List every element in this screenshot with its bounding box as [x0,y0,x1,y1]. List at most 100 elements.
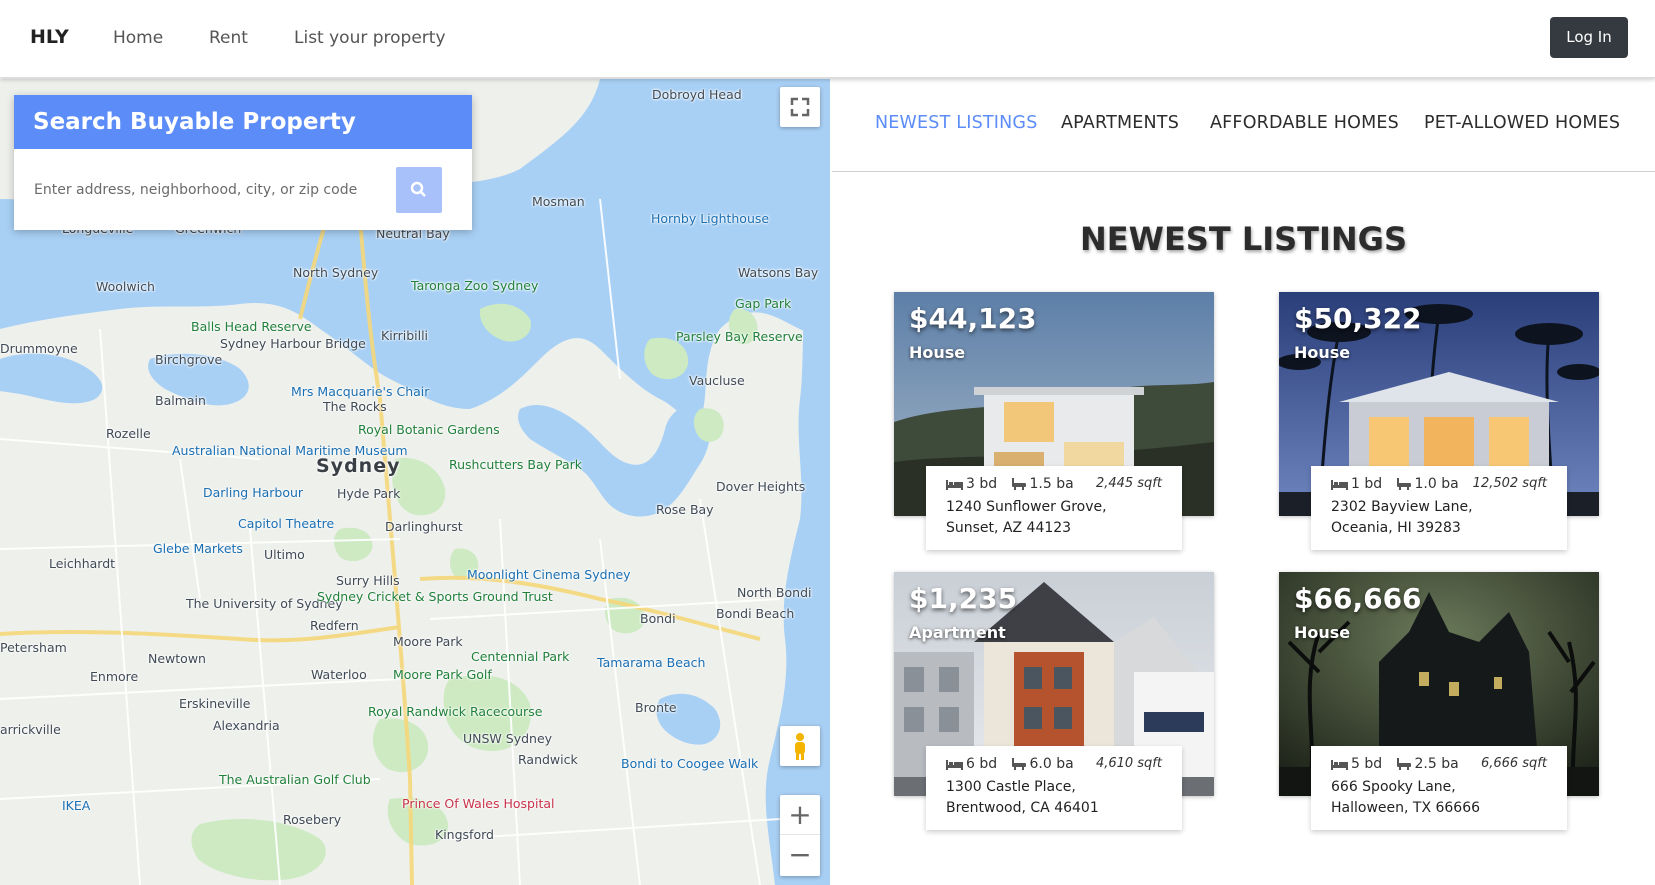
nav-list-property-link[interactable]: List your property [294,28,446,48]
listing-sqft: 6,666 sqft [1480,756,1547,771]
zoom-in-button[interactable]: + [780,795,820,835]
listing-address-line2: Brentwood, CA 46401 [946,800,1099,816]
map-label: Erskineville [179,696,251,711]
listing-address-line1: 2302 Bayview Lane, [1331,499,1473,515]
map-label: IKEA [62,798,91,813]
listing-price: $44,123 [909,302,1037,335]
tab-newest-listings[interactable]: NEWEST LISTINGS [875,113,1038,133]
search-button[interactable] [396,167,442,213]
listing-card[interactable]: $1,235 Apartment 6 bd 6.0 ba 4,610 sqft … [894,572,1214,830]
map-label: Hyde Park [337,486,401,501]
bed-icon [1331,480,1348,490]
map-label: Darlinghurst [385,519,463,534]
map-label: Rushcutters Bay Park [449,457,583,472]
map-label: Petersham [0,640,67,655]
map-label: Capitol Theatre [238,516,335,531]
listing-address-line1: 1300 Castle Place, [946,779,1076,795]
map-label: Tamarama Beach [597,655,706,670]
fullscreen-icon [790,97,810,117]
listing-card[interactable]: $50,322 House 1 bd 1.0 ba 12,502 sqft 23… [1279,292,1599,550]
listing-beds: 1 bd [1351,476,1383,492]
map-label: Moonlight Cinema Sydney [467,567,631,582]
map-label: North Sydney [293,265,379,280]
map-label: Woolwich [96,279,155,294]
search-panel: Search Buyable Property [14,95,472,230]
tab-affordable-homes[interactable]: AFFORDABLE HOMES [1210,113,1399,133]
map-label: Bondi to Coogee Walk [621,756,759,771]
listing-type: House [1294,623,1351,642]
listing-price: $50,322 [1294,302,1422,335]
listing-beds: 6 bd [966,756,998,772]
listing-sqft: 4,610 sqft [1095,756,1162,771]
bath-icon [1396,758,1411,770]
map-label: Watsons Bay [738,265,819,280]
listing-baths: 1.0 ba [1414,476,1459,492]
nav-rent-link[interactable]: Rent [209,28,248,48]
listing-beds: 3 bd [966,476,998,492]
navbar: HLY Home Rent List your property Log In [0,0,1655,78]
map-label: The Australian Golf Club [219,772,371,787]
map-label: Ultimo [264,547,305,562]
section-title: NEWEST LISTINGS [1080,220,1407,258]
listing-address-line2: Halloween, TX 66666 [1331,800,1481,816]
map-label: North Bondi [737,585,812,600]
zoom-control: + − [780,795,820,876]
map-label: Alexandria [213,718,280,733]
map-label: Newtown [148,651,206,666]
listing-type: House [1294,343,1351,362]
street-view-pegman[interactable] [780,726,820,766]
map-label: Mosman [532,194,585,209]
login-button[interactable]: Log In [1550,17,1628,58]
brand-logo[interactable]: HLY [30,26,69,48]
map-label: Royal Botanic Gardens [358,422,500,437]
search-input[interactable] [34,167,384,213]
bath-icon [1396,478,1411,490]
map-label: Gap Park [735,296,792,311]
bath-icon [1011,478,1026,490]
zoom-out-button[interactable]: − [780,835,820,875]
map-label: Mrs Macquarie's Chair [291,384,430,399]
map-label: Waterloo [311,667,367,682]
map-label: Drummoyne [0,341,78,356]
map-label: Rose Bay [656,502,714,517]
map-label: Leichhardt [49,556,116,571]
map-label: Hornby Lighthouse [651,211,770,226]
map-label: Centennial Park [471,649,570,664]
listing-sqft: 2,445 sqft [1095,476,1162,491]
map-label: Taronga Zoo Sydney [411,278,539,293]
listing-beds: 5 bd [1351,756,1383,772]
search-title: Search Buyable Property [14,95,472,149]
fullscreen-button[interactable] [780,87,820,127]
listing-info: 1 bd 1.0 ba 12,502 sqft 2302 Bayview Lan… [1311,466,1567,550]
map-label: Bondi [640,611,676,626]
listing-address-line2: Sunset, AZ 44123 [946,520,1072,536]
bed-icon [1331,760,1348,770]
map-label: Bronte [635,700,677,715]
listing-type: House [909,343,966,362]
map-label: Moore Park [393,634,463,649]
listing-type: Apartment [909,623,1006,642]
listing-address-line1: 666 Spooky Lane, [1331,779,1456,795]
listing-card[interactable]: $44,123 House 3 bd 1.5 ba 2,445 sqft 124… [894,292,1214,550]
tab-pet-allowed-homes[interactable]: PET-ALLOWED HOMES [1424,113,1620,133]
search-icon [410,181,426,197]
map-label: Darling Harbour [203,485,304,500]
map-label: Birchgrove [155,352,223,367]
map-label: Parsley Bay Reserve [676,329,803,344]
listing-info: 3 bd 1.5 ba 2,445 sqft 1240 Sunflower Gr… [926,466,1182,550]
map-label: Sydney Cricket & Sports Ground Trust [317,589,553,604]
listing-sqft: 12,502 sqft [1472,476,1547,491]
listing-baths: 2.5 ba [1414,756,1459,772]
map-label: Glebe Markets [153,541,243,556]
map-label: Balls Head Reserve [191,319,312,334]
map-label: Kingsford [435,827,494,842]
tab-apartments[interactable]: APARTMENTS [1061,113,1179,133]
listing-price: $1,235 [909,582,1018,615]
map-label: Dover Heights [716,479,806,494]
map-label: Bondi Beach [716,606,795,621]
listing-card[interactable]: $66,666 House 5 bd 2.5 ba 6,666 sqft 666… [1279,572,1599,830]
listing-address-line2: Oceania, HI 39283 [1331,520,1461,536]
listing-address-line1: 1240 Sunflower Grove, [946,499,1107,515]
map-label: Enmore [90,669,139,684]
nav-home-link[interactable]: Home [113,28,163,48]
